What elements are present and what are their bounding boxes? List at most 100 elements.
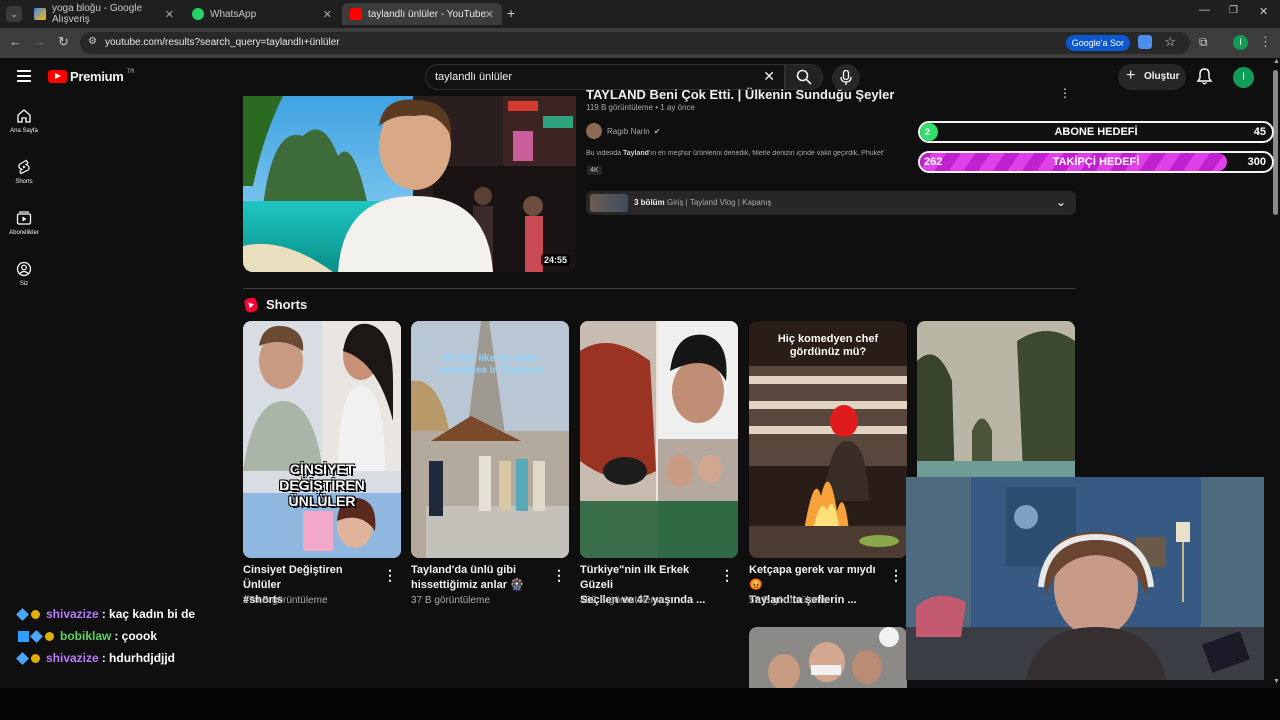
thumbnail-image: [580, 321, 738, 558]
close-icon[interactable]: ✕: [323, 8, 332, 21]
window-close-button[interactable]: ✕: [1259, 5, 1268, 18]
thumbnail-image: [243, 96, 576, 272]
short-views: 37 B görüntüleme: [411, 595, 490, 606]
scrollbar-thumb[interactable]: [1273, 70, 1278, 215]
home-icon: [17, 109, 31, 123]
scroll-up-arrow[interactable]: ▲: [1273, 58, 1280, 65]
logo-region: TR: [126, 68, 135, 75]
youtube-logo[interactable]: Premium TR: [48, 69, 135, 84]
close-icon[interactable]: ✕: [165, 8, 174, 21]
short-thumbnail[interactable]: [580, 321, 738, 558]
clear-search-icon[interactable]: ✕: [763, 68, 775, 85]
short-title[interactable]: Tayland'da ünlü gibi hissettiğimiz anlar…: [411, 563, 546, 593]
chat-message: shivazize : kaç kadın bi de: [16, 607, 196, 621]
address-bar[interactable]: ⚙ youtube.com/results?search_query=tayla…: [80, 32, 1190, 54]
chat-badge-icon: [31, 653, 40, 663]
google-sor-button[interactable]: Google'a Sor: [1065, 35, 1130, 51]
chat-username: shivazize: [46, 607, 99, 621]
chat-username: shivazize: [46, 651, 99, 665]
follower-goal-bar: 262 TAKİPÇİ HEDEFİ 300: [918, 151, 1274, 173]
logo-text: Premium: [70, 69, 124, 84]
tab-search-button[interactable]: ⌄: [6, 6, 22, 22]
webcam-overlay: [906, 477, 1264, 680]
video-description: Bu videoda Tayland'ın en meşhur ürünleri…: [586, 150, 916, 157]
search-query: taylandlı ünlüler: [435, 71, 513, 83]
create-button[interactable]: + Oluştur: [1118, 64, 1186, 90]
webcam-image: [906, 477, 1264, 680]
sidebar-item-subscriptions[interactable]: Abonelikler: [0, 210, 48, 236]
shorts-heading: Shorts: [243, 296, 307, 313]
thumbnail-image: [749, 627, 907, 690]
short-overlay-text: CİNSİYET DEĞİŞTİREN ÜNLÜLER: [279, 461, 365, 509]
browser-tab-active[interactable]: taylandlı ünlüler - YouTube ✕: [342, 3, 502, 25]
forward-button[interactable]: →: [33, 34, 46, 49]
short-thumbnail[interactable]: CİNSİYET DEĞİŞTİREN ÜNLÜLER: [243, 321, 401, 558]
short-thumbnail[interactable]: We felt like we were celebrities in Thai…: [411, 321, 569, 558]
new-tab-button[interactable]: +: [507, 5, 515, 21]
video-title[interactable]: TAYLAND Beni Çok Etti. | Ülkenin Sunduğu…: [586, 87, 1056, 102]
browser-tab[interactable]: WhatsApp ✕: [184, 3, 340, 25]
chapter-thumbnail: [590, 194, 628, 212]
video-thumbnail[interactable]: 24:55: [243, 96, 576, 272]
short-menu-icon[interactable]: ⋮: [552, 567, 566, 584]
browser-menu-icon[interactable]: ⋮: [1259, 34, 1272, 50]
sidebar-item-label: Siz: [19, 281, 29, 287]
page-scrollbar[interactable]: ▲ ▼: [1272, 58, 1280, 690]
tab-title: WhatsApp: [210, 8, 257, 20]
sidebar-item-label: Ana Sayfa: [10, 128, 38, 134]
chat-badge-icon: [18, 630, 29, 642]
hamburger-menu-icon[interactable]: [17, 70, 31, 82]
short-menu-icon[interactable]: ⋮: [889, 567, 903, 584]
sidebar-item-home[interactable]: Ana Sayfa: [0, 108, 48, 134]
short-overlay-text: We felt like we were celebrities in Thai…: [437, 353, 543, 376]
youtube-icon: [350, 8, 362, 20]
short-menu-icon[interactable]: ⋮: [720, 567, 734, 584]
whatsapp-icon: [192, 8, 204, 20]
close-icon[interactable]: ✕: [485, 8, 494, 21]
browser-tab[interactable]: yoga bloğu - Google Alışveriş ✕: [26, 3, 182, 25]
scroll-down-arrow[interactable]: ▼: [1273, 678, 1280, 685]
browser-toolbar: ← → ↻ ⚙ youtube.com/results?search_query…: [0, 28, 1280, 58]
extensions-icon[interactable]: ⧉: [1199, 35, 1208, 50]
restore-button[interactable]: ❐: [1229, 5, 1238, 16]
channel-avatar: [586, 123, 602, 139]
minimize-button[interactable]: —: [1199, 4, 1210, 16]
short-thumbnail[interactable]: Hiç komedyen chef gördünüz mü?: [749, 321, 907, 558]
create-label: Oluştur: [1144, 71, 1180, 82]
subscriber-goal-label: ABONE HEDEFİ: [1054, 126, 1138, 138]
search-icon: [796, 69, 812, 85]
bookmark-star-icon[interactable]: ☆: [1164, 34, 1176, 50]
tab-title: yoga bloğu - Google Alışveriş: [52, 3, 143, 25]
back-button[interactable]: ←: [9, 34, 22, 49]
chat-badge-icon: [31, 609, 40, 619]
plus-icon: +: [1126, 67, 1136, 84]
account-avatar[interactable]: I: [1233, 67, 1254, 88]
video-duration: 24:55: [540, 254, 570, 266]
chevron-down-icon[interactable]: ⌄: [1056, 195, 1066, 209]
description-prefix: Bu videoda: [586, 150, 623, 157]
short-menu-icon[interactable]: ⋮: [383, 567, 397, 584]
short-title-line: Cinsiyet Değiştiren Ünlüler: [243, 564, 343, 591]
chat-text: : kaç kadın bi de: [101, 607, 196, 621]
chat-message: shivazize : hdurhdjdjjd: [16, 651, 175, 665]
profile-avatar[interactable]: I: [1233, 35, 1248, 50]
sidebar-item-shorts[interactable]: Shorts: [0, 159, 48, 185]
chat-badge-icon: [16, 607, 29, 621]
notifications-icon[interactable]: [1196, 68, 1213, 90]
site-info-icon[interactable]: ⚙: [88, 36, 97, 47]
chat-text: : çoook: [114, 629, 158, 643]
reload-button[interactable]: ↻: [58, 34, 69, 50]
cast-icon[interactable]: [1138, 35, 1152, 49]
sidebar-item-you[interactable]: Siz: [0, 261, 48, 287]
short-views: 492 B görüntüleme: [580, 595, 665, 606]
video-channel[interactable]: Ragıb Narin ✔: [586, 123, 660, 139]
sidebar-item-label: Shorts: [15, 179, 33, 185]
chapters-bar[interactable]: 3 bölüm Giriş | Tayland Vlog | Kapanış ⌄: [586, 191, 1076, 215]
video-kebab-icon[interactable]: ⋮: [1059, 86, 1071, 100]
short-thumbnail[interactable]: [749, 627, 907, 690]
shorts-logo-icon: [243, 296, 259, 313]
browser-tab-bar: ⌄ yoga bloğu - Google Alışveriş ✕ WhatsA…: [0, 0, 1280, 28]
follower-goal-label: TAKİPÇİ HEDEFİ: [1052, 156, 1140, 168]
short-views: 55 B görüntüleme: [749, 595, 828, 606]
shorts-icon: [18, 159, 30, 175]
